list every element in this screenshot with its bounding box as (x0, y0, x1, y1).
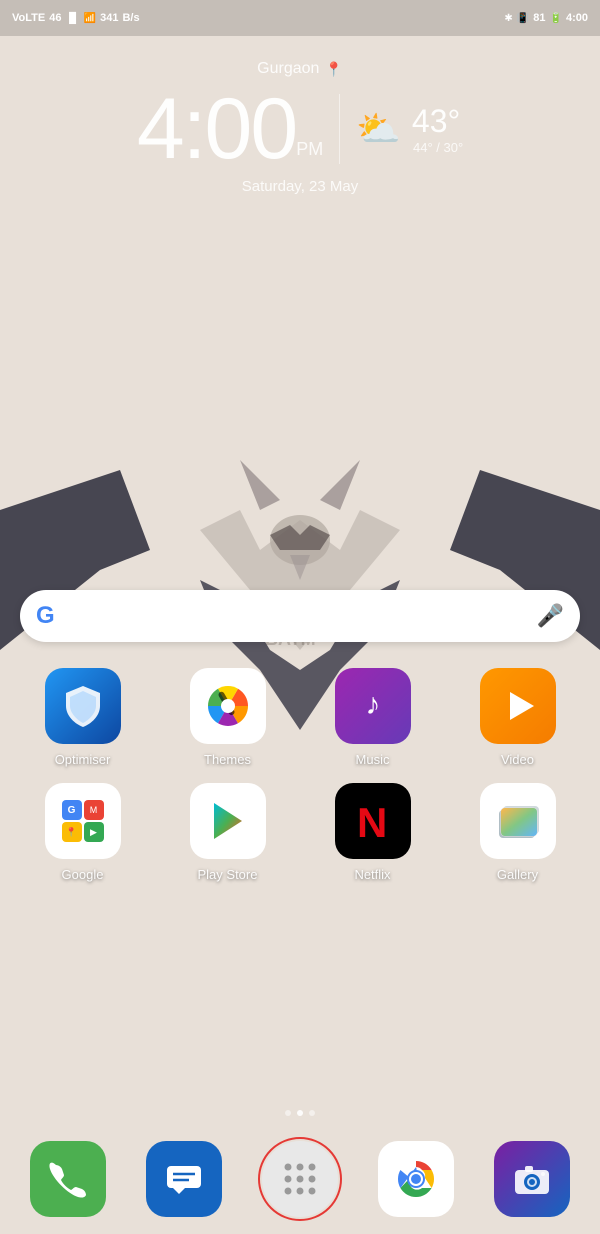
video-play-svg (496, 684, 540, 728)
time-group: 4:00 PM (137, 86, 323, 172)
weather-top: ⛅ 43° 44° / 30° (356, 103, 463, 155)
gallery-svg (493, 796, 543, 846)
speed-text: 341 (100, 12, 118, 24)
app-icon-optimiser (45, 668, 121, 744)
google-grid-icons: G M 📍 ▶ (56, 794, 110, 848)
chrome-icon (394, 1157, 438, 1201)
app-row-1: Optimiser Them (10, 668, 590, 767)
google-maps-cell: 📍 (62, 822, 82, 842)
messages-icon (163, 1158, 205, 1200)
optimiser-shield-svg (60, 683, 106, 729)
app-label-gallery: Gallery (497, 867, 538, 882)
vibrate-icon: 📳 (517, 13, 529, 24)
app-icon-video (480, 668, 556, 744)
battery-text: 81 (533, 12, 545, 24)
phone-icon (48, 1159, 88, 1199)
date-text: Saturday, 23 May (0, 178, 600, 195)
temp-range: 44° / 30° (413, 140, 463, 155)
app-label-optimiser: Optimiser (55, 752, 111, 767)
app-item-music[interactable]: ♪ Music (318, 668, 428, 767)
app-row-2: G M 📍 ▶ Google (10, 783, 590, 882)
app-item-gallery[interactable]: Gallery (463, 783, 573, 882)
ampm-text: PM (296, 139, 323, 160)
location-row: Gurgaon 📍 (0, 60, 600, 78)
time-weather-divider (339, 94, 340, 164)
camera-icon (511, 1158, 553, 1200)
signal-bars-icon: ▐▌ (65, 13, 79, 24)
temp-main: 43° (412, 103, 460, 139)
dock-app-drawer[interactable] (262, 1141, 338, 1217)
app-label-playstore: Play Store (198, 867, 258, 882)
dock-phone[interactable] (30, 1141, 106, 1217)
clock-widget: Gurgaon 📍 4:00 PM ⛅ 43° 44° / 30° Saturd… (0, 60, 600, 195)
weather-icon: ⛅ (356, 108, 401, 150)
svg-text:♪: ♪ (365, 688, 380, 721)
app-label-themes: Themes (204, 752, 251, 767)
app-icon-themes (190, 668, 266, 744)
speed-unit: B/s (122, 12, 139, 24)
app-icon-gallery (480, 783, 556, 859)
google-yt-cell: ▶ (84, 822, 104, 842)
app-item-playstore[interactable]: Play Store (173, 783, 283, 882)
status-bar: VoLTE 46 ▐▌ 📶 341 B/s ✱ 📳 81 🔋 4:00 (0, 0, 600, 36)
wifi-icon: 📶 (84, 13, 96, 24)
themes-paint-svg (202, 680, 254, 732)
google-g-icon: G (36, 602, 55, 630)
app-item-video[interactable]: Video (463, 668, 573, 767)
google-g-cell: G (62, 800, 82, 820)
page-dot-1 (285, 1110, 291, 1116)
page-dot-3 (309, 1110, 315, 1116)
google-m-cell: M (84, 800, 104, 820)
status-right: ✱ 📳 81 🔋 4:00 (504, 12, 588, 24)
app-icon-google: G M 📍 ▶ (45, 783, 121, 859)
app-item-netflix[interactable]: N Netflix (318, 783, 428, 882)
playstore-svg (204, 797, 252, 845)
bluetooth-icon: ✱ (504, 13, 512, 24)
app-item-optimiser[interactable]: Optimiser (28, 668, 138, 767)
page-indicator (0, 1110, 600, 1116)
app-grid: Optimiser Them (0, 668, 600, 898)
netflix-n-svg: N (351, 799, 395, 843)
weather-box: ⛅ 43° 44° / 30° (356, 103, 463, 155)
time-weather-row: 4:00 PM ⛅ 43° 44° / 30° (0, 86, 600, 172)
location-pin-icon: 📍 (325, 61, 342, 78)
app-label-google: Google (62, 867, 104, 882)
dock-chrome[interactable] (378, 1141, 454, 1217)
dock-messages[interactable] (146, 1141, 222, 1217)
app-icon-netflix: N (335, 783, 411, 859)
dock-camera[interactable] (494, 1141, 570, 1217)
status-left: VoLTE 46 ▐▌ 📶 341 B/s (12, 12, 140, 24)
big-clock: 4:00 (137, 86, 296, 172)
page-dot-2 (297, 1110, 303, 1116)
app-item-themes[interactable]: Themes (173, 668, 283, 767)
temp-group: 43° 44° / 30° (409, 103, 463, 155)
mic-icon[interactable]: 🎤 (537, 603, 564, 629)
app-icon-music: ♪ (335, 668, 411, 744)
app-label-video: Video (501, 752, 534, 767)
google-search-bar[interactable]: G 🎤 (20, 590, 580, 642)
svg-text:N: N (357, 799, 387, 843)
app-icon-playstore (190, 783, 266, 859)
battery-icon: 🔋 (550, 13, 562, 24)
location-text: Gurgaon (257, 60, 319, 78)
clock-status: 4:00 (566, 12, 588, 24)
app-label-netflix: Netflix (354, 867, 390, 882)
app-drawer-icon (278, 1157, 322, 1201)
carrier-text: VoLTE (12, 12, 45, 24)
music-note-svg: ♪ (351, 684, 395, 728)
dock (0, 1124, 600, 1234)
app-item-google[interactable]: G M 📍 ▶ Google (28, 783, 138, 882)
app-label-music: Music (356, 752, 390, 767)
signal-text: 46 (49, 12, 61, 24)
